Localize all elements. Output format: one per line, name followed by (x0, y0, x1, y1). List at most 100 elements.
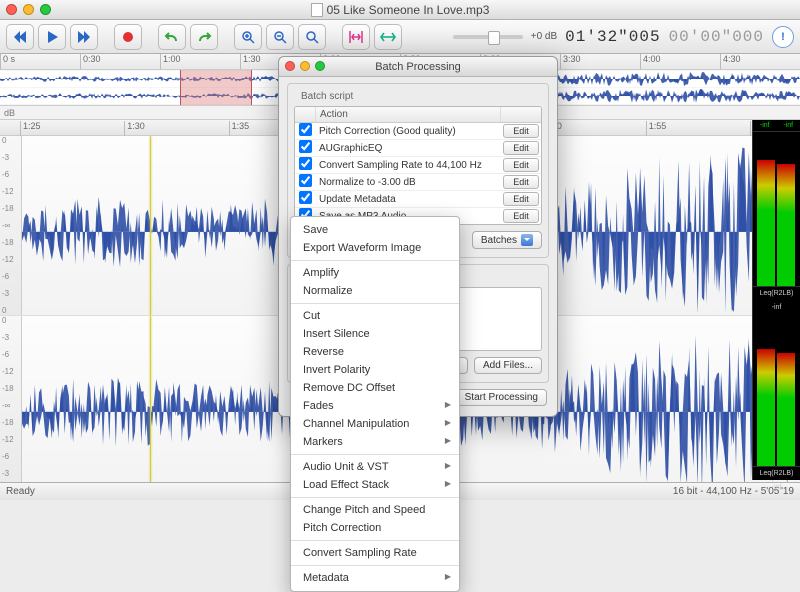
edit-button[interactable]: Edit (503, 124, 539, 138)
ruler-tick: 1:35 (229, 121, 250, 136)
ruler-tick: 1:30 (124, 121, 145, 136)
db-tick: -12 (2, 255, 14, 264)
menu-separator (291, 454, 459, 455)
menu-item[interactable]: Fades (291, 397, 459, 415)
edit-button[interactable]: Edit (503, 209, 539, 223)
action-row[interactable]: AUGraphicEQEdit (295, 140, 541, 157)
db-tick: -6 (2, 350, 9, 359)
undo-button[interactable] (158, 24, 186, 50)
dialog-minimize-icon[interactable] (300, 61, 310, 71)
add-files-button[interactable]: Add Files... (474, 357, 542, 374)
action-row[interactable]: Pitch Correction (Good quality)Edit (295, 123, 541, 140)
menu-separator (291, 497, 459, 498)
menu-item[interactable]: Markers (291, 433, 459, 451)
ruler-tick: 1:30 (240, 54, 261, 69)
meter-bar-left-2 (757, 349, 775, 466)
add-action-menu[interactable]: SaveExport Waveform Image AmplifyNormaliz… (290, 216, 460, 592)
menu-item[interactable]: Remove DC Offset (291, 379, 459, 397)
zoom-in-button[interactable] (234, 24, 262, 50)
zoom-fit-button[interactable] (298, 24, 326, 50)
start-processing-button[interactable]: Start Processing (456, 389, 547, 406)
redo-button[interactable] (190, 24, 218, 50)
menu-item[interactable]: Audio Unit & VST (291, 458, 459, 476)
menu-item[interactable]: Normalize (291, 282, 459, 300)
db-tick: -∞ (2, 221, 10, 230)
menu-item[interactable]: Metadata (291, 569, 459, 587)
zoom-out-button[interactable] (266, 24, 294, 50)
action-list[interactable]: Action Pitch Correction (Good quality)Ed… (294, 106, 542, 225)
action-label: Pitch Correction (Good quality) (315, 124, 501, 139)
batch-script-label: Batch script (298, 91, 356, 102)
menu-item[interactable]: Pitch Correction (291, 519, 459, 537)
action-row[interactable]: Update MetadataEdit (295, 191, 541, 208)
window-controls[interactable] (6, 4, 51, 15)
db-tick: -3 (2, 333, 9, 342)
menu-item[interactable]: Load Effect Stack (291, 476, 459, 494)
edit-button[interactable]: Edit (503, 192, 539, 206)
close-icon[interactable] (6, 4, 17, 15)
meter-bar-right (777, 164, 795, 286)
edit-button[interactable]: Edit (503, 158, 539, 172)
minimize-icon[interactable] (23, 4, 34, 15)
menu-item[interactable]: Channel Manipulation (291, 415, 459, 433)
fit-all-button[interactable] (374, 24, 402, 50)
db-tick: -6 (2, 452, 9, 461)
action-row[interactable]: Convert Sampling Rate to 44,100 HzEdit (295, 157, 541, 174)
ruler-tick: 1:00 (160, 54, 181, 69)
menu-separator (291, 303, 459, 304)
dialog-zoom-icon[interactable] (315, 61, 325, 71)
playhead[interactable] (150, 316, 151, 495)
db-tick: -12 (2, 435, 14, 444)
menu-separator (291, 565, 459, 566)
action-label: Update Metadata (315, 192, 501, 207)
window-title: 05 Like Someone In Love.mp3 (327, 3, 490, 17)
menu-item[interactable]: Export Waveform Image (291, 239, 459, 257)
db-tick: 0 (2, 316, 6, 325)
info-button[interactable]: ! (772, 26, 794, 48)
db-tick: -18 (2, 418, 14, 427)
play-button[interactable] (38, 24, 66, 50)
batches-button[interactable]: Batches (472, 231, 542, 249)
dialog-close-icon[interactable] (285, 61, 295, 71)
col-action[interactable]: Action (315, 107, 501, 122)
menu-item[interactable]: Convert Sampling Rate (291, 544, 459, 562)
meter-bar-left (757, 160, 775, 286)
edit-button[interactable]: Edit (503, 141, 539, 155)
dialog-titlebar[interactable]: Batch Processing (279, 57, 557, 77)
action-checkbox[interactable] (299, 140, 312, 153)
action-checkbox[interactable] (299, 123, 312, 136)
menu-item[interactable]: Save (291, 221, 459, 239)
menu-item[interactable]: Insert Silence (291, 325, 459, 343)
menu-item[interactable]: Reverse (291, 343, 459, 361)
gain-slider[interactable] (453, 35, 523, 39)
menu-item[interactable]: Amplify (291, 264, 459, 282)
action-checkbox[interactable] (299, 191, 312, 204)
fit-selection-button[interactable] (342, 24, 370, 50)
db-tick: -12 (2, 367, 14, 376)
zoom-icon[interactable] (40, 4, 51, 15)
dropdown-icon[interactable] (521, 234, 533, 246)
db-tick: -6 (2, 170, 9, 179)
channel-gutter-left: 0-3-6-12-18-∞-18-12-6-30 (0, 136, 22, 315)
ruler-tick: 0:30 (80, 54, 101, 69)
menu-separator (291, 540, 459, 541)
menu-item[interactable]: Change Pitch and Speed (291, 501, 459, 519)
action-label: Normalize to -3.00 dB (315, 175, 501, 190)
playhead[interactable] (150, 136, 151, 315)
overview-selection[interactable] (180, 70, 252, 105)
action-row[interactable]: Normalize to -3.00 dBEdit (295, 174, 541, 191)
menu-item[interactable]: Invert Polarity (291, 361, 459, 379)
action-label: Convert Sampling Rate to 44,100 Hz (315, 158, 501, 173)
action-checkbox[interactable] (299, 174, 312, 187)
record-button[interactable] (114, 24, 142, 50)
skip-forward-button[interactable] (70, 24, 98, 50)
db-tick: -18 (2, 384, 14, 393)
edit-button[interactable]: Edit (503, 175, 539, 189)
document-icon (311, 3, 323, 17)
db-tick: -6 (2, 272, 9, 281)
action-checkbox[interactable] (299, 157, 312, 170)
skip-back-button[interactable] (6, 24, 34, 50)
menu-item[interactable]: Cut (291, 307, 459, 325)
ruler-tick: 4:00 (640, 54, 661, 69)
ruler-tick: 4:30 (720, 54, 741, 69)
